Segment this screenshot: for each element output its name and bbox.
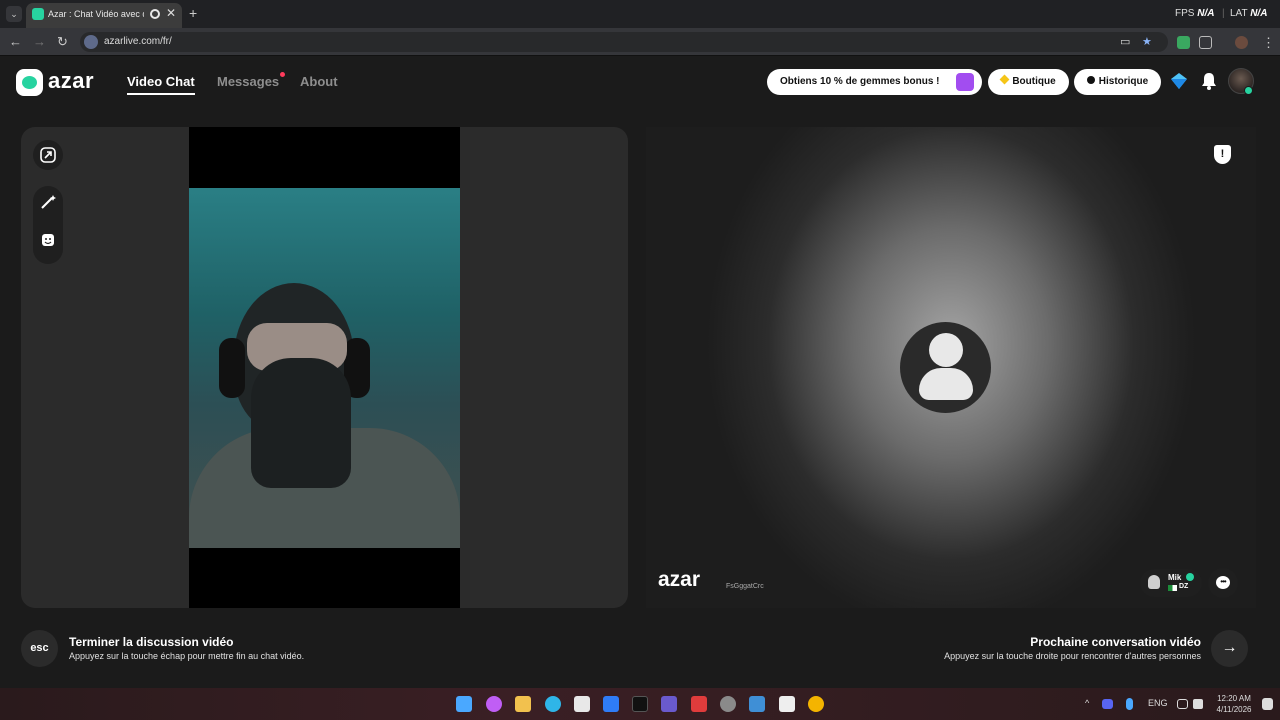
- gem-icon: [999, 74, 1010, 85]
- gems-balance-icon[interactable]: [1168, 70, 1190, 92]
- chat-button[interactable]: •••: [1208, 568, 1238, 598]
- edge-icon[interactable]: [545, 696, 561, 712]
- partner-placeholder-avatar: [900, 322, 991, 413]
- verified-badge-icon: [1186, 573, 1194, 581]
- url-field[interactable]: azarlive.com/fr/ ▭ ★: [80, 32, 1168, 52]
- end-chat-button[interactable]: esc: [21, 630, 58, 667]
- partner-name: Mik: [1168, 573, 1182, 582]
- camera-person-mask: [251, 358, 351, 488]
- cast-icon[interactable]: ▭: [1120, 35, 1130, 48]
- clock-date: 4/11/2026: [1216, 705, 1252, 714]
- extension-icon[interactable]: [1177, 36, 1190, 49]
- recording-icon: [150, 9, 160, 19]
- lat-label: LAT N/A: [1230, 8, 1268, 19]
- effects-toolbar: [33, 186, 63, 264]
- gem-promo-button[interactable]: Obtiens 10 % de gemmes bonus !: [767, 69, 982, 95]
- avatar-head-shape: [929, 333, 963, 367]
- next-chat-description: Appuyez sur la touche droite pour rencon…: [944, 651, 1201, 661]
- mail-icon[interactable]: [603, 696, 619, 712]
- next-chat-title: Prochaine conversation vidéo: [1030, 635, 1201, 649]
- country-flag-icon: [1168, 585, 1177, 591]
- expand-icon: [40, 147, 56, 163]
- site-info-icon[interactable]: [84, 35, 98, 49]
- url-text: azarlive.com/fr/: [104, 36, 172, 47]
- notification-bell-icon[interactable]: [1198, 70, 1220, 92]
- partner-user-icon: [1148, 575, 1160, 589]
- self-camera-feed: [189, 188, 460, 548]
- forward-button[interactable]: →: [33, 34, 46, 49]
- messages-notification-dot: [280, 72, 285, 77]
- gem-promo-label: Obtiens 10 % de gemmes bonus !: [780, 76, 940, 87]
- next-chat-button[interactable]: →: [1211, 630, 1248, 667]
- clock-time: 12:20 AM: [1217, 694, 1251, 703]
- tab-close-icon[interactable]: ✕: [166, 6, 176, 20]
- partner-info-chip[interactable]: Mik DZ: [1140, 569, 1202, 597]
- shop-button[interactable]: Boutique: [988, 69, 1069, 95]
- taskbar-clock[interactable]: 12:20 AM 4/11/2026: [1212, 693, 1256, 715]
- windows-taskbar: ^ ENG 12:20 AM 4/11/2026: [0, 688, 1280, 720]
- app-red-icon[interactable]: [691, 696, 707, 712]
- history-clock-icon: [1086, 76, 1095, 84]
- chrome-icon[interactable]: [808, 696, 824, 712]
- expand-button[interactable]: [33, 140, 63, 170]
- end-chat-title: Terminer la discussion vidéo: [69, 635, 234, 649]
- browser-tab-bar: ⌄ Azar : Chat Vidéo avec de n ✕ + FPS N/…: [0, 0, 1280, 28]
- azar-watermark: azar: [658, 568, 701, 591]
- partner-country: DZ: [1179, 583, 1189, 590]
- fps-divider: |: [1222, 8, 1225, 19]
- store-icon[interactable]: [574, 696, 590, 712]
- profile-avatar-icon[interactable]: [1235, 36, 1248, 49]
- teams-icon[interactable]: [661, 696, 677, 712]
- tab-title: Azar : Chat Vidéo avec de n: [48, 9, 144, 19]
- azar-logo-text[interactable]: azar: [48, 68, 94, 94]
- file-explorer-icon[interactable]: [515, 696, 531, 712]
- volume-icon[interactable]: [1193, 699, 1203, 709]
- tray-chevron-icon[interactable]: ^: [1085, 698, 1089, 708]
- settings-icon[interactable]: [720, 696, 736, 712]
- network-icon[interactable]: [1177, 699, 1188, 709]
- partner-video-panel: ! azar FsGggatCrc Mik DZ •••: [646, 127, 1256, 608]
- extensions-puzzle-icon[interactable]: [1199, 36, 1212, 49]
- magic-wand-icon[interactable]: [33, 192, 63, 215]
- windows-start-icon[interactable]: [456, 696, 472, 712]
- nav-messages[interactable]: Messages: [217, 74, 279, 89]
- microphone-icon[interactable]: [1126, 698, 1133, 710]
- end-chat-description: Appuyez sur la touche échap pour mettre …: [69, 651, 305, 661]
- back-button[interactable]: ←: [9, 34, 22, 49]
- browser-address-bar: ← → ↻ azarlive.com/fr/ ▭ ★ ⋮: [0, 28, 1280, 56]
- azar-favicon-icon: [32, 8, 44, 20]
- reload-button[interactable]: ↻: [57, 34, 68, 50]
- browser-tab[interactable]: Azar : Chat Vidéo avec de n ✕: [26, 3, 182, 28]
- avatar-body-shape: [919, 368, 973, 400]
- history-label: Historique: [1098, 76, 1149, 87]
- app-black-white-icon[interactable]: [779, 696, 795, 712]
- shop-label: Boutique: [1012, 76, 1056, 87]
- copilot-icon[interactable]: [486, 696, 502, 712]
- bookmark-star-icon[interactable]: ★: [1142, 35, 1152, 48]
- headphone-left: [219, 338, 245, 398]
- discord-icon[interactable]: [1102, 699, 1113, 709]
- language-indicator[interactable]: ENG: [1148, 698, 1168, 708]
- photos-icon[interactable]: [749, 696, 765, 712]
- app-header: azar Video Chat Messages About Obtiens 1…: [0, 56, 1280, 108]
- chat-bubble-icon: •••: [1216, 576, 1230, 589]
- nav-video-chat[interactable]: Video Chat: [127, 74, 195, 95]
- history-button[interactable]: Historique: [1074, 69, 1161, 95]
- gift-icon: [956, 73, 974, 91]
- tab-search-icon[interactable]: ⌄: [6, 6, 22, 22]
- self-video-frame: [189, 127, 460, 608]
- azar-logo-icon[interactable]: [16, 69, 43, 96]
- browser-menu-icon[interactable]: ⋮: [1262, 35, 1275, 51]
- face-filter-icon[interactable]: [33, 231, 63, 254]
- watermark-id: FsGggatCrc: [726, 583, 764, 590]
- new-tab-button[interactable]: +: [189, 5, 197, 21]
- self-video-panel: [21, 127, 628, 608]
- notification-center-icon[interactable]: [1262, 698, 1273, 710]
- online-status-badge: [1244, 86, 1253, 95]
- fps-label: FPS N/A: [1175, 8, 1215, 19]
- nav-about[interactable]: About: [300, 74, 338, 89]
- report-shield-icon[interactable]: !: [1214, 145, 1231, 164]
- tiktok-icon[interactable]: [632, 696, 648, 712]
